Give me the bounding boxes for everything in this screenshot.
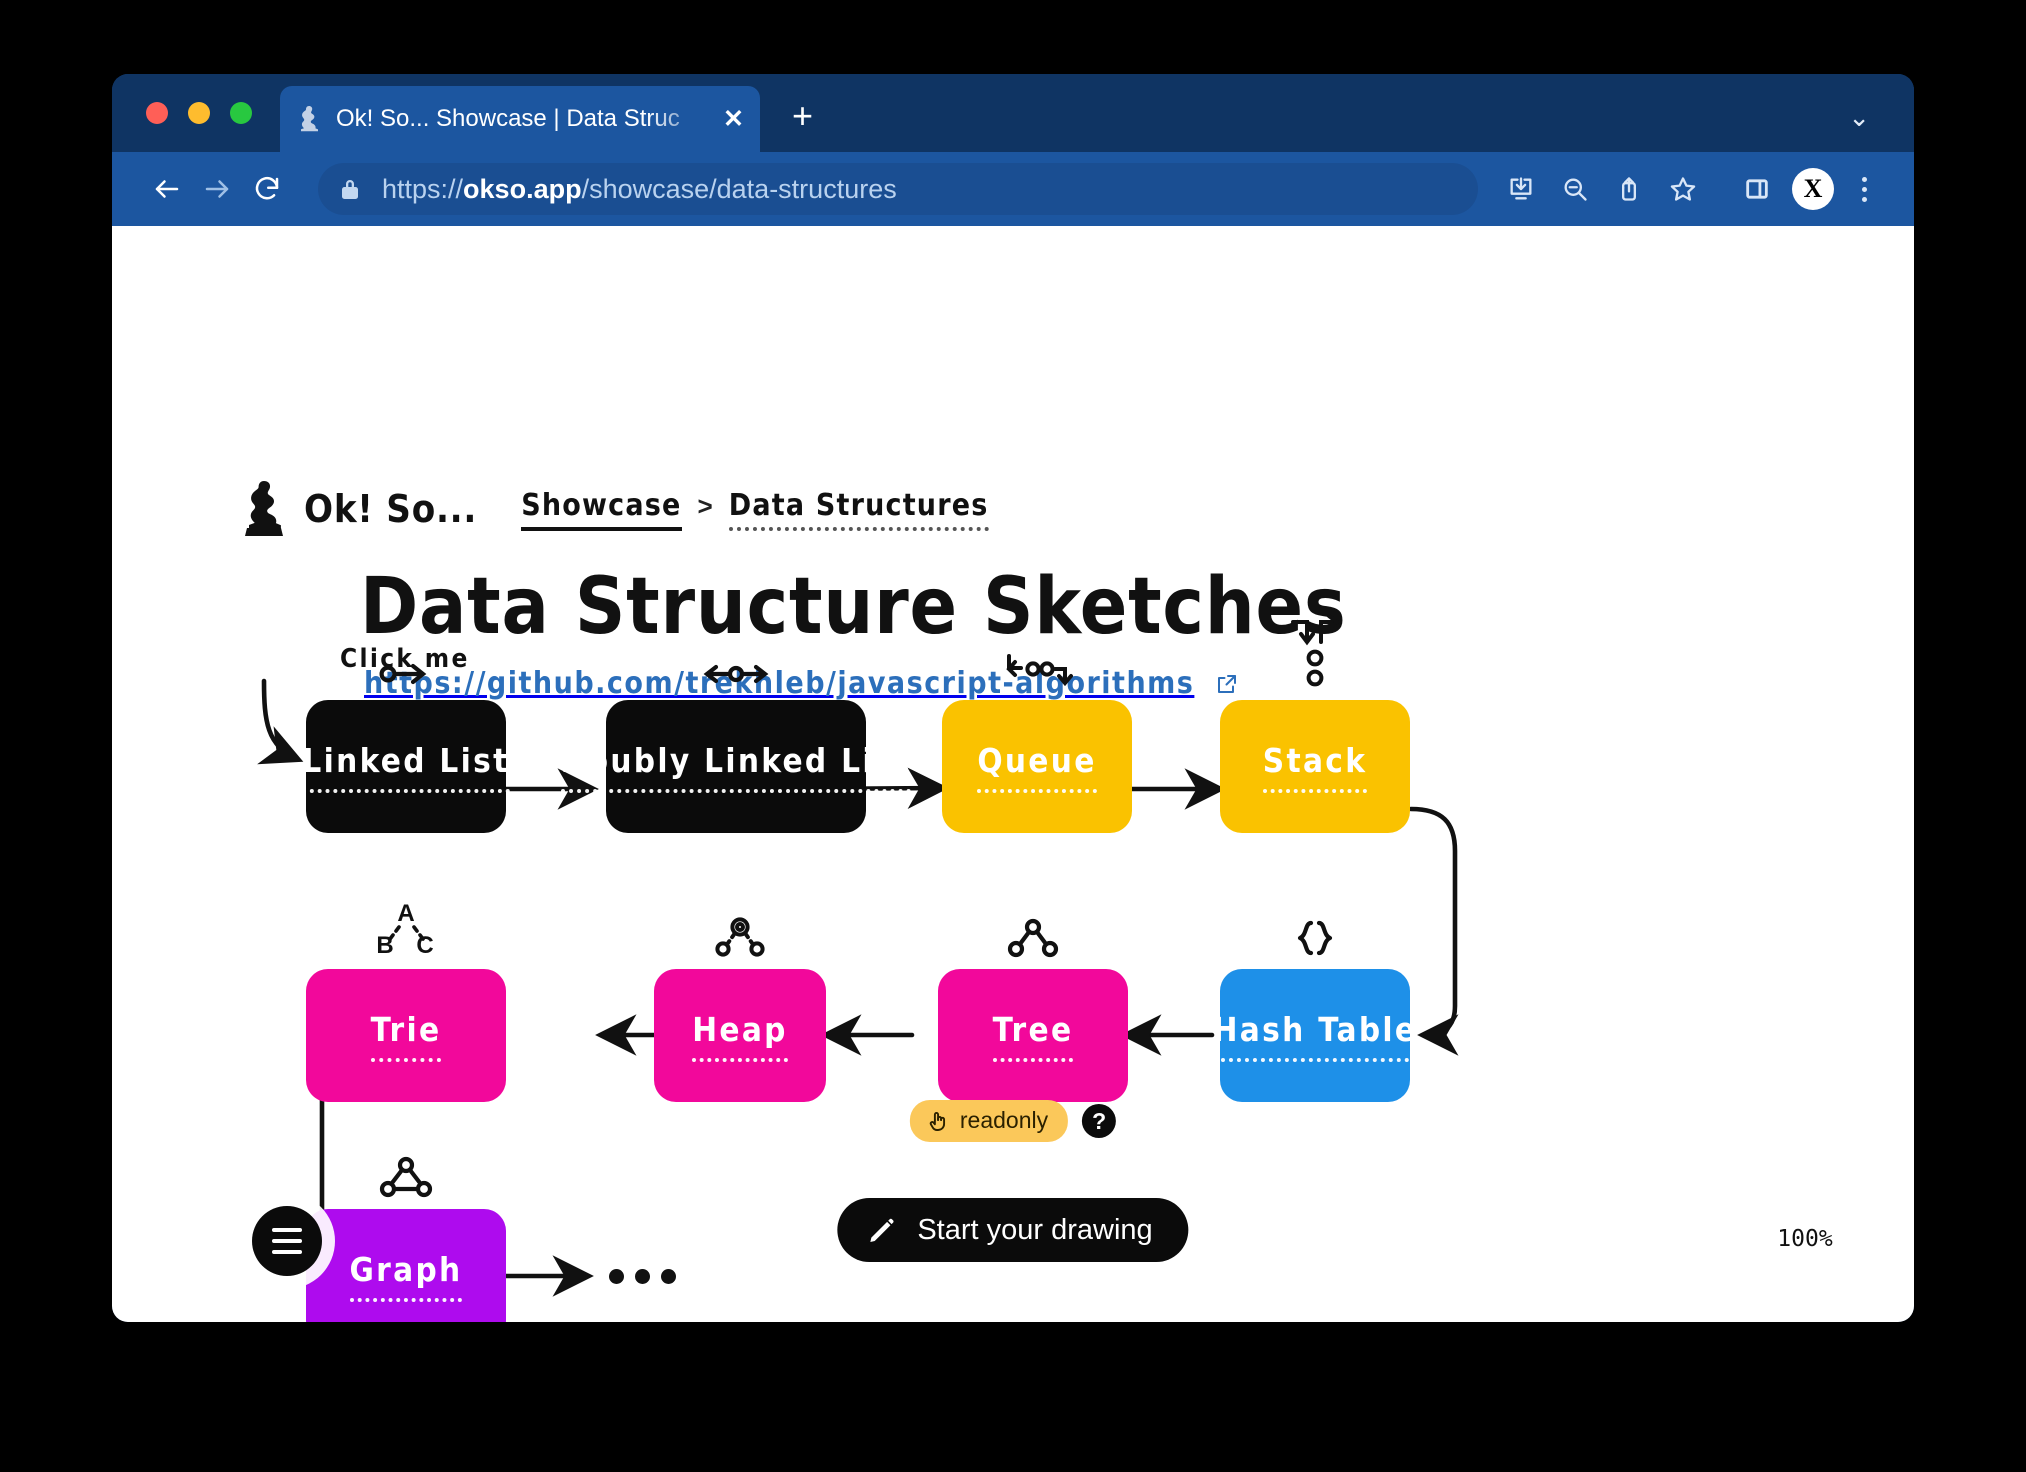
help-button[interactable]: ?: [1082, 1104, 1117, 1138]
tab-title: Ok! So... Showcase | Data Struc: [336, 105, 680, 132]
card-hash-table[interactable]: Hash Table: [1212, 920, 1418, 1102]
card-queue[interactable]: Queue: [942, 654, 1132, 833]
page-content: Ok! So... Showcase > Data Structures Dat…: [112, 226, 1914, 1322]
forward-button[interactable]: [192, 164, 242, 214]
card-trie[interactable]: A B C Trie: [306, 901, 506, 1102]
browser-window: Ok! So... Showcase | Data Struc ✕ + ⌄ ht…: [112, 74, 1914, 1322]
svg-text:A: A: [397, 901, 414, 927]
node-arrow-icon: [306, 626, 506, 690]
card-label: Stack: [1262, 741, 1368, 793]
card-heap[interactable]: Heap: [654, 917, 826, 1102]
card-stack[interactable]: Stack: [1220, 614, 1410, 833]
bookmark-star-icon[interactable]: [1658, 164, 1708, 214]
url-text: https://okso.app/showcase/data-structure…: [382, 173, 897, 204]
readonly-label: readonly: [959, 1107, 1049, 1133]
card-label: Trie: [370, 1010, 442, 1062]
zoom-out-icon[interactable]: [1550, 164, 1600, 214]
status-badge-readonly[interactable]: readonly: [909, 1100, 1069, 1142]
window-traffic-lights: [146, 102, 252, 124]
curly-braces-icon: [1220, 895, 1410, 959]
card-label: Doubly Linked List: [560, 741, 912, 793]
graph-nodes-icon: [306, 1135, 506, 1199]
card-graph[interactable]: Graph: [306, 1156, 506, 1322]
toolbar-actions: X: [1496, 164, 1884, 214]
readonly-status-row: readonly ?: [909, 1100, 1117, 1142]
minimize-window-button[interactable]: [188, 102, 210, 124]
pointing-hand-icon: [929, 1111, 946, 1131]
start-drawing-label: Start your drawing: [917, 1213, 1153, 1246]
pencil-icon: [870, 1218, 894, 1242]
install-app-icon[interactable]: [1496, 164, 1546, 214]
new-tab-button[interactable]: +: [792, 98, 813, 134]
close-tab-button[interactable]: ✕: [723, 106, 744, 132]
address-bar[interactable]: https://okso.app/showcase/data-structure…: [318, 163, 1478, 215]
card-tree[interactable]: Tree: [938, 918, 1128, 1102]
heap-nodes-icon: [654, 895, 826, 959]
card-label: Tree: [992, 1010, 1074, 1062]
tree-nodes-icon: [938, 895, 1128, 959]
reload-button[interactable]: [242, 164, 292, 214]
close-window-button[interactable]: [146, 102, 168, 124]
bidirectional-node-icon: [606, 626, 866, 690]
queue-flow-icon: [942, 626, 1132, 690]
more-items-indicator: [609, 1269, 676, 1284]
tab-strip: Ok! So... Showcase | Data Struc ✕ + ⌄: [112, 74, 1914, 152]
maximize-window-button[interactable]: [230, 102, 252, 124]
side-panel-icon[interactable]: [1732, 164, 1782, 214]
card-label: Linked List: [302, 741, 510, 793]
profile-avatar[interactable]: X: [1792, 168, 1834, 210]
back-button[interactable]: [142, 164, 192, 214]
card-doubly-linked-list[interactable]: Doubly Linked List: [560, 664, 912, 833]
card-label: Heap: [692, 1010, 788, 1062]
start-drawing-button[interactable]: Start your drawing: [837, 1198, 1189, 1262]
push-pop-icon: [1220, 612, 1410, 692]
lock-icon: [340, 177, 360, 201]
card-label: Queue: [977, 741, 1097, 793]
letter-tree-icon: A B C: [306, 887, 506, 959]
card-label: Hash Table: [1212, 1010, 1418, 1062]
browser-menu-button[interactable]: [1844, 164, 1884, 214]
sketch-canvas[interactable]: Click me Linked List Doubly Linked List …: [112, 226, 1914, 1322]
hamburger-menu-button[interactable]: [252, 1206, 322, 1276]
card-label: Graph: [349, 1250, 463, 1302]
share-icon[interactable]: [1604, 164, 1654, 214]
browser-tab[interactable]: Ok! So... Showcase | Data Struc ✕: [280, 86, 760, 152]
thinker-favicon: [301, 106, 318, 132]
card-linked-list[interactable]: Linked List: [302, 663, 510, 833]
zoom-level-indicator[interactable]: 100%: [1768, 1202, 1842, 1276]
tab-list-chevron-down-icon[interactable]: ⌄: [1848, 104, 1870, 130]
browser-toolbar: https://okso.app/showcase/data-structure…: [112, 152, 1914, 226]
